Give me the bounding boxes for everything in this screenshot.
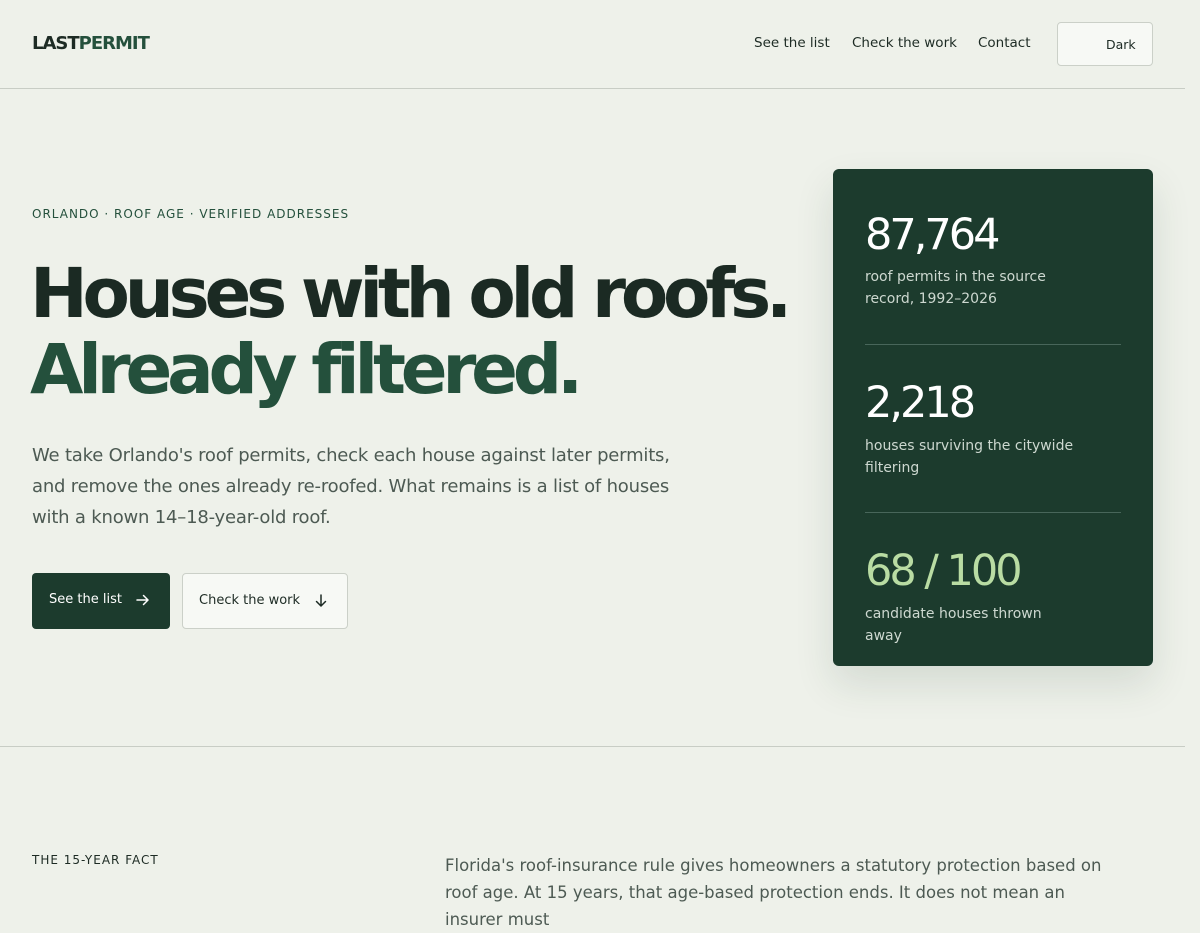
check-the-work-button-label: Check the work xyxy=(199,593,301,608)
arrow-right-icon xyxy=(136,594,149,606)
section-eyebrow: THE 15-YEAR FACT xyxy=(32,853,159,867)
hero-headline-line2: Already filtered. xyxy=(30,330,583,410)
card-divider xyxy=(865,512,1121,513)
nav-link-see-the-list[interactable]: See the list xyxy=(754,33,830,53)
theme-toggle-label: Dark xyxy=(1106,37,1136,52)
hero-lede: We take Orlando's roof permits, check ea… xyxy=(32,445,670,528)
stat-value-surviving: 2,218 xyxy=(865,378,976,428)
see-the-list-button[interactable]: See the list xyxy=(32,573,170,629)
theme-toggle-button[interactable]: Dark xyxy=(1057,22,1153,66)
site-header: LASTPERMIT See the list Check the work C… xyxy=(0,0,1185,89)
logo-text-part1: LAST xyxy=(32,33,80,54)
nav-link-check-the-work[interactable]: Check the work xyxy=(852,33,957,53)
stat-value-thrown-away: 68 / 100 xyxy=(865,546,1023,596)
section-body-text: Florida's roof-insurance rule gives home… xyxy=(445,856,1102,929)
nav-link-contact[interactable]: Contact xyxy=(978,33,1031,53)
stat-label-thrown-away: candidate houses thrown away xyxy=(865,606,1042,644)
arrow-down-icon xyxy=(315,594,327,607)
stat-label-permits: roof permits in the source record, 1992–… xyxy=(865,269,1046,307)
check-the-work-button[interactable]: Check the work xyxy=(182,573,348,629)
site-logo[interactable]: LASTPERMIT xyxy=(32,32,150,56)
card-divider xyxy=(865,344,1121,345)
section-divider xyxy=(0,746,1185,747)
stat-value-permits: 87,764 xyxy=(865,210,1000,260)
see-the-list-button-label: See the list xyxy=(49,592,122,607)
stat-label-surviving: houses surviving the citywide filtering xyxy=(865,438,1074,476)
hero-headline-line1: Houses with old roofs. xyxy=(30,254,792,334)
stats-card: 87,764 roof permits in the source record… xyxy=(833,169,1153,666)
logo-text-part2: PERMIT xyxy=(78,33,150,54)
hero-eyebrow: ORLANDO · ROOF AGE · VERIFIED ADDRESSES xyxy=(32,207,350,221)
